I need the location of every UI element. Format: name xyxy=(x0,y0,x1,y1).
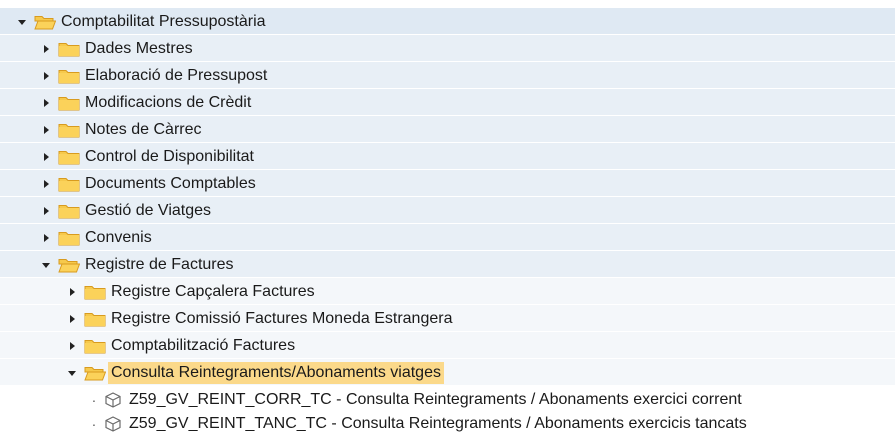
folder-icon xyxy=(58,68,80,84)
tree-node-control-disponibilitat[interactable]: Control de Disponibilitat xyxy=(0,143,895,170)
tree-node-comptabilitat-pressupostaria[interactable]: Comptabilitat Pressupostària xyxy=(0,8,895,35)
tree-node-registre-factures[interactable]: Registre de Factures xyxy=(0,251,895,278)
tree-node-notes-carrec[interactable]: Notes de Càrrec xyxy=(0,116,895,143)
tree-node-documents-comptables[interactable]: Documents Comptables xyxy=(0,170,895,197)
collapse-toggle-icon[interactable] xyxy=(40,124,52,136)
folder-open-icon xyxy=(34,14,56,30)
folder-icon xyxy=(58,149,80,165)
tree-node-label: Comptabilitat Pressupostària xyxy=(61,12,266,30)
tree-node-label: Dades Mestres xyxy=(85,39,193,57)
tree-node-elaboracio-pressupost[interactable]: Elaboració de Pressupost xyxy=(0,62,895,89)
tree-node-label: Registre Comissió Factures Moneda Estran… xyxy=(111,309,453,327)
folder-open-icon xyxy=(58,257,80,273)
collapse-toggle-icon[interactable] xyxy=(40,151,52,163)
tree-node-label: Comptabilització Factures xyxy=(111,336,296,354)
folder-open-icon xyxy=(84,365,106,381)
bullet-icon: · xyxy=(91,391,97,408)
tree-node-comptabilitzacio-factures[interactable]: Comptabilització Factures xyxy=(0,332,895,359)
tree-leaf-label: Z59_GV_REINT_TANC_TC - Consulta Reintegr… xyxy=(129,414,747,432)
tree-node-registre-comissio-factures[interactable]: Registre Comissió Factures Moneda Estran… xyxy=(0,305,895,332)
tree-node-gestio-viatges[interactable]: Gestió de Viatges xyxy=(0,197,895,224)
tree-node-label: Registre de Factures xyxy=(85,255,234,273)
collapse-toggle-icon[interactable] xyxy=(40,178,52,190)
tree-node-consulta-reintegraments[interactable]: Consulta Reintegraments/Abonaments viatg… xyxy=(0,359,895,386)
expand-toggle-icon[interactable] xyxy=(66,367,78,379)
transaction-icon xyxy=(104,391,122,409)
folder-icon xyxy=(84,284,106,300)
folder-icon xyxy=(58,122,80,138)
tree-leaf-z59-gv-reint-corr-tc[interactable]: · Z59_GV_REINT_CORR_TC - Consulta Reinte… xyxy=(0,386,895,413)
folder-icon xyxy=(84,338,106,354)
tree-node-modificacions-credit[interactable]: Modificacions de Crèdit xyxy=(0,89,895,116)
menu-tree: Comptabilitat Pressupostària Dades Mestr… xyxy=(0,0,895,437)
folder-icon xyxy=(58,203,80,219)
tree-node-label: Notes de Càrrec xyxy=(85,120,202,138)
collapse-toggle-icon[interactable] xyxy=(40,97,52,109)
tree-node-convenis[interactable]: Convenis xyxy=(0,224,895,251)
tree-node-registre-capcalera-factures[interactable]: Registre Capçalera Factures xyxy=(0,278,895,305)
collapse-toggle-icon[interactable] xyxy=(66,340,78,352)
tree-node-dades-mestres[interactable]: Dades Mestres xyxy=(0,35,895,62)
collapse-toggle-icon[interactable] xyxy=(40,43,52,55)
tree-node-label: Documents Comptables xyxy=(85,174,256,192)
expand-toggle-icon[interactable] xyxy=(40,259,52,271)
tree-node-label: Modificacions de Crèdit xyxy=(85,93,252,111)
collapse-toggle-icon[interactable] xyxy=(66,286,78,298)
expand-toggle-icon[interactable] xyxy=(16,16,28,28)
folder-icon xyxy=(58,230,80,246)
folder-icon xyxy=(58,41,80,57)
folder-icon xyxy=(58,176,80,192)
tree-node-label: Registre Capçalera Factures xyxy=(111,282,315,300)
tree-leaf-label: Z59_GV_REINT_CORR_TC - Consulta Reintegr… xyxy=(129,390,742,408)
tree-node-label: Convenis xyxy=(85,228,152,246)
tree-leaf-z59-gv-reint-tanc-tc[interactable]: · Z59_GV_REINT_TANC_TC - Consulta Reinte… xyxy=(0,410,895,437)
bullet-icon: · xyxy=(91,415,97,432)
folder-icon xyxy=(58,95,80,111)
tree-node-label: Gestió de Viatges xyxy=(85,201,212,219)
collapse-toggle-icon[interactable] xyxy=(66,313,78,325)
tree-node-label: Control de Disponibilitat xyxy=(85,147,254,165)
collapse-toggle-icon[interactable] xyxy=(40,70,52,82)
folder-icon xyxy=(84,311,106,327)
collapse-toggle-icon[interactable] xyxy=(40,205,52,217)
collapse-toggle-icon[interactable] xyxy=(40,232,52,244)
tree-node-label: Consulta Reintegraments/Abonaments viatg… xyxy=(108,361,444,384)
tree-node-label: Elaboració de Pressupost xyxy=(85,66,268,84)
transaction-icon xyxy=(104,415,122,433)
